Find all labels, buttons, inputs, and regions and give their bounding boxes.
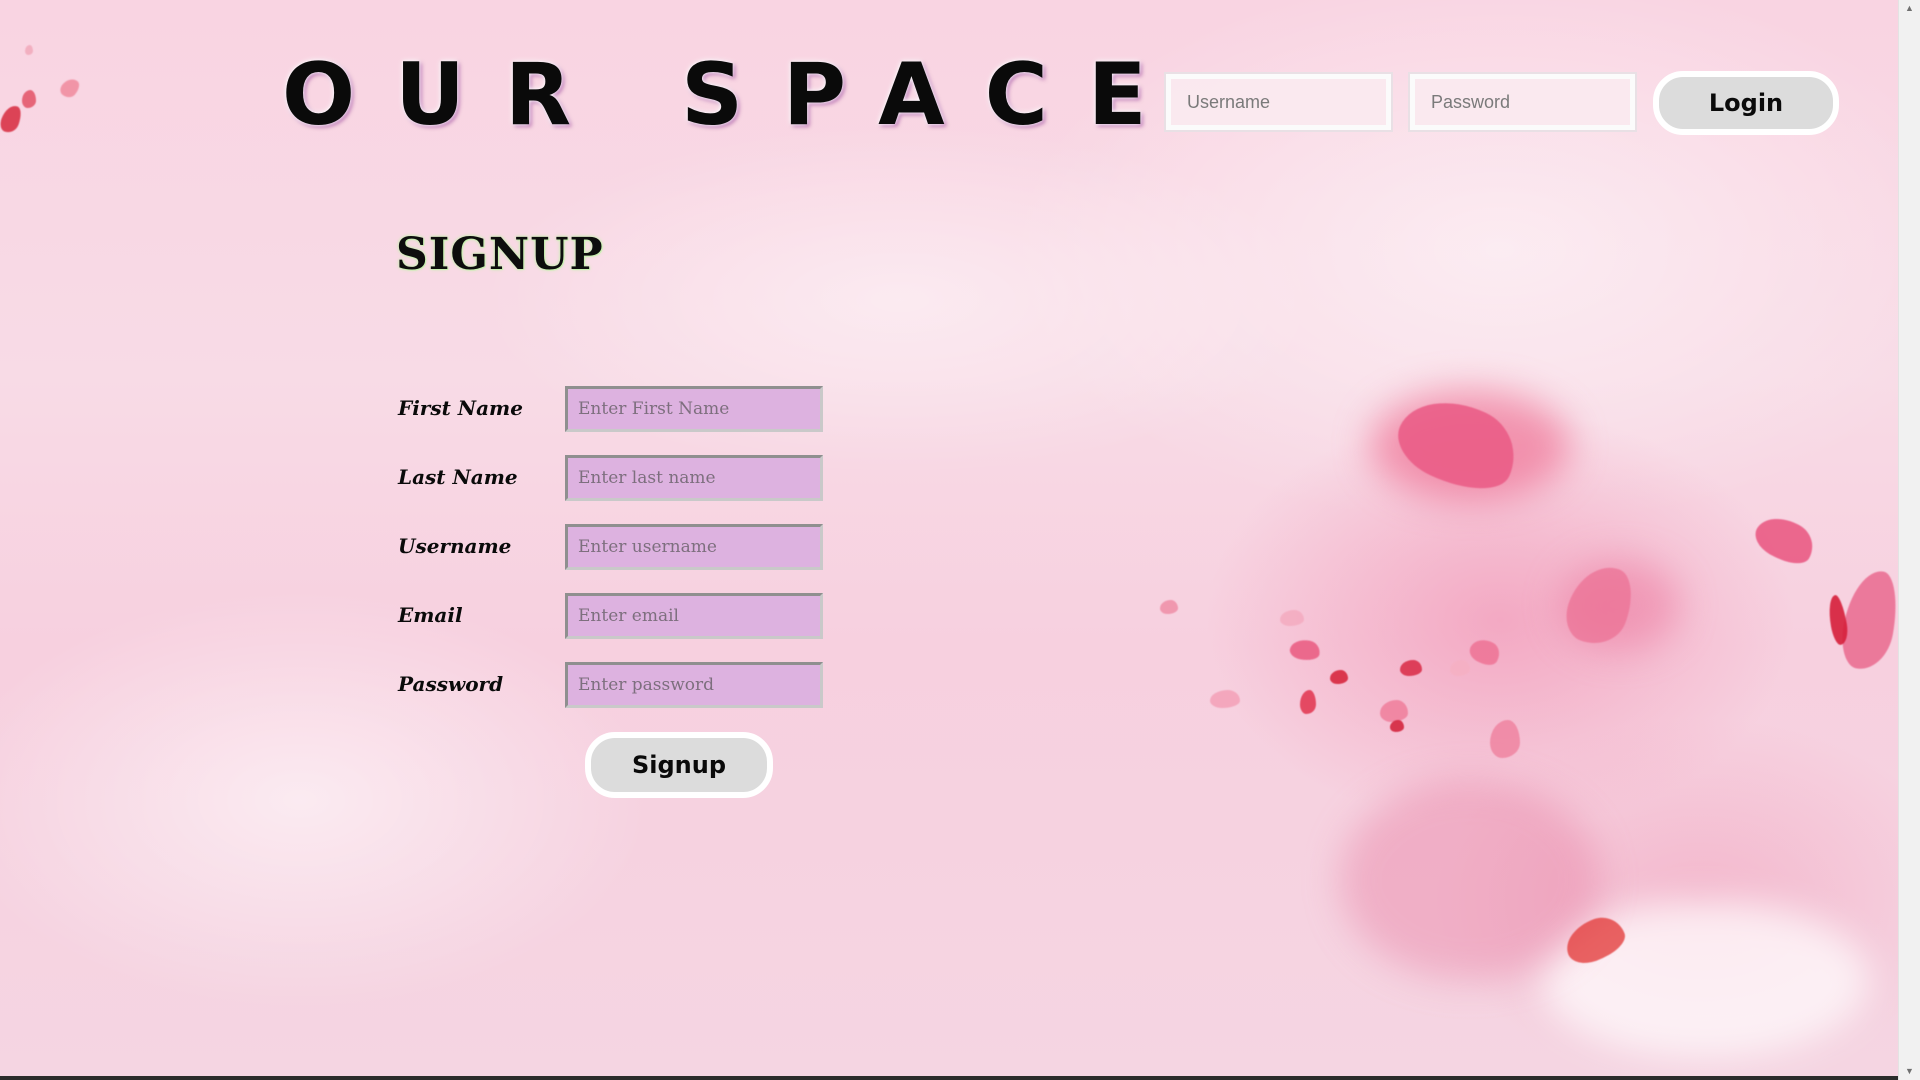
petal-decoration xyxy=(25,45,33,55)
petal-decoration xyxy=(1400,660,1422,676)
petal-decoration xyxy=(1749,507,1821,573)
bottom-border xyxy=(0,1076,1898,1080)
signup-button[interactable]: Signup xyxy=(585,732,773,798)
first-name-label: First Name xyxy=(398,396,523,420)
petal-decoration xyxy=(1490,720,1520,758)
petal-decoration xyxy=(0,102,25,136)
signup-title: SIGNUP xyxy=(396,229,604,280)
username-input[interactable] xyxy=(565,524,823,570)
petal-decoration xyxy=(1300,690,1316,714)
petal-decoration xyxy=(57,75,83,101)
petal-decoration xyxy=(1210,690,1240,708)
background-glow xyxy=(1340,780,1600,980)
first-name-input[interactable] xyxy=(565,386,823,432)
vertical-scrollbar[interactable]: ▲ ▼ xyxy=(1898,0,1920,1080)
password-input[interactable] xyxy=(565,662,823,708)
petal-decoration xyxy=(1380,700,1408,722)
login-password-input[interactable] xyxy=(1408,72,1637,132)
email-label: Email xyxy=(398,603,463,627)
login-button[interactable]: Login xyxy=(1653,71,1839,135)
petal-decoration xyxy=(1390,720,1404,732)
petal-decoration xyxy=(22,90,36,108)
site-title: OUR SPACE xyxy=(282,45,1187,145)
email-input[interactable] xyxy=(565,593,823,639)
scroll-up-arrow-icon[interactable]: ▲ xyxy=(1899,0,1920,17)
login-username-input[interactable] xyxy=(1164,72,1393,132)
petal-decoration xyxy=(1160,600,1178,614)
petal-decoration xyxy=(1280,610,1304,626)
username-label: Username xyxy=(398,534,512,558)
petal-decoration xyxy=(1330,670,1348,684)
scrollbar-thumb[interactable] xyxy=(1903,17,1916,1063)
page-background: OUR SPACE Login SIGNUP First Name Last N… xyxy=(0,0,1898,1076)
scroll-down-arrow-icon[interactable]: ▼ xyxy=(1899,1063,1920,1080)
petal-decoration xyxy=(1450,660,1470,676)
petal-decoration xyxy=(1466,634,1504,670)
petal-decoration xyxy=(1288,637,1322,663)
password-label: Password xyxy=(398,672,504,696)
last-name-input[interactable] xyxy=(565,455,823,501)
last-name-label: Last Name xyxy=(398,465,518,489)
